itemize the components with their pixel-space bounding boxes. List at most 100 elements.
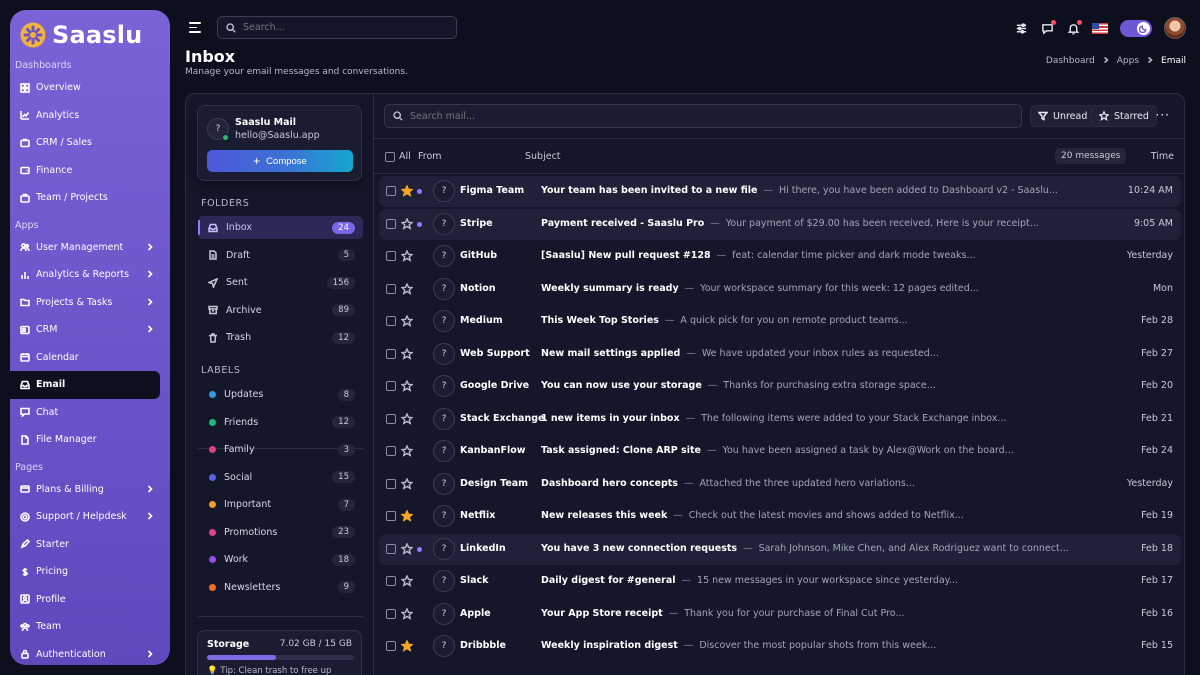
star-icon[interactable] (400, 476, 414, 490)
sidebar-item-calendar[interactable]: Calendar (10, 344, 170, 372)
sidebar-item-overview[interactable]: Overview (10, 74, 170, 102)
unread-filter-button[interactable]: Unread (1030, 105, 1096, 127)
sidebar-item-email[interactable]: Email (10, 371, 160, 399)
star-icon[interactable] (400, 574, 414, 587)
row-checkbox[interactable] (386, 511, 396, 521)
select-all-checkbox[interactable] (385, 152, 395, 162)
starred-filter-button[interactable]: Starred (1091, 105, 1157, 127)
sidebar-item-profile[interactable]: Profile (10, 586, 170, 614)
mail-row[interactable]: ? Netflix New releases this week — Check out… (379, 501, 1181, 532)
folder-draft[interactable]: Draft 5 (198, 244, 363, 267)
global-search-input[interactable] (243, 22, 443, 33)
mail-row[interactable]: ? Figma Team Your team has been invited to… (379, 176, 1181, 207)
row-checkbox[interactable] (386, 218, 396, 229)
mail-row[interactable]: ? Slack Daily digest for #general — 15 new m… (379, 566, 1181, 597)
mail-row[interactable]: ? GitHub [Saaslu] New pull request #128 — fe… (379, 241, 1181, 272)
star-icon[interactable] (400, 216, 414, 230)
settings-sliders-icon[interactable] (1014, 21, 1028, 35)
theme-toggle[interactable] (1120, 19, 1152, 37)
star-icon[interactable] (400, 379, 414, 392)
folder-inbox[interactable]: Inbox 24 (198, 216, 363, 239)
bell-icon[interactable] (1066, 20, 1082, 35)
label-work[interactable]: Work 18 (198, 548, 363, 571)
label-updates[interactable]: Updates 8 (198, 383, 363, 406)
star-icon[interactable] (400, 444, 414, 457)
mail-search-input[interactable] (410, 110, 990, 122)
folder-archive[interactable]: Archive 89 (198, 299, 363, 322)
label-important[interactable]: Important 7 (198, 493, 363, 516)
breadcrumb-apps[interactable]: Apps (1117, 56, 1139, 66)
more-options-icon[interactable]: ··· (1156, 108, 1170, 122)
us-flag-icon[interactable] (1092, 22, 1108, 34)
breadcrumb-dashboard[interactable]: Dashboard (1046, 56, 1095, 66)
messages-icon[interactable] (1040, 20, 1056, 35)
sidebar-item-team-projects[interactable]: Team / Projects (10, 184, 170, 212)
sidebar-item-pricing[interactable]: Pricing (10, 558, 170, 586)
sidebar-item-plans-billing[interactable]: Plans & Billing (10, 476, 170, 504)
star-icon[interactable] (400, 606, 414, 620)
row-checkbox[interactable] (386, 413, 396, 424)
label-friends[interactable]: Friends 12 (198, 411, 363, 434)
mail-row[interactable]: ? Medium This Week Top Stories — A quick pic… (379, 306, 1181, 337)
star-icon[interactable] (400, 314, 414, 327)
star-icon[interactable] (400, 281, 414, 295)
label-promotions[interactable]: Promotions 23 (198, 521, 363, 544)
sidebar-item-analytics[interactable]: Analytics (10, 102, 170, 130)
row-checkbox[interactable] (386, 186, 396, 196)
sidebar-item-support-helpdesk[interactable]: Support / Helpdesk (10, 503, 170, 531)
star-icon[interactable] (400, 346, 414, 360)
row-checkbox[interactable] (386, 283, 396, 294)
row-checkbox[interactable] (386, 251, 396, 261)
menu-toggle-icon[interactable] (189, 22, 201, 33)
mail-row[interactable]: ? LinkedIn You have 3 new connection reque… (379, 533, 1181, 565)
label-family[interactable]: Family 3 (198, 438, 363, 461)
star-icon[interactable] (400, 541, 414, 555)
row-checkbox[interactable] (386, 478, 396, 489)
label-social[interactable]: Social 15 (198, 466, 363, 489)
mail-row[interactable]: ? Dribbble Weekly inspiration digest — Disco… (379, 631, 1181, 662)
user-avatar[interactable] (1164, 17, 1186, 39)
sidebar-item-user-management[interactable]: User Management (10, 234, 170, 262)
star-icon[interactable] (400, 249, 414, 262)
mail-row[interactable]: ? KanbanFlow Task assigned: Clone ARP site… (379, 436, 1181, 467)
row-checkbox[interactable] (386, 316, 396, 326)
row-checkbox[interactable] (386, 641, 396, 651)
sidebar-item-analytics-reports[interactable]: Analytics & Reports (10, 261, 170, 289)
row-checkbox[interactable] (386, 381, 396, 391)
sidebar-item-projects-tasks[interactable]: Projects & Tasks (10, 289, 170, 317)
star-icon[interactable] (400, 411, 414, 425)
mail-subject: Weekly summary is ready (541, 282, 679, 294)
sidebar-item-starter[interactable]: Starter (10, 531, 170, 559)
row-checkbox[interactable] (386, 446, 396, 456)
sidebar-item-authentication[interactable]: Authentication (10, 641, 170, 666)
folder-trash[interactable]: Trash 12 (198, 326, 363, 349)
sidebar-item-team[interactable]: Team (10, 613, 170, 641)
row-checkbox[interactable] (386, 543, 396, 554)
folder-sent[interactable]: Sent 156 (198, 271, 363, 294)
mail-search[interactable] (384, 104, 1022, 128)
sidebar-item-crm-sales[interactable]: CRM / Sales (10, 129, 170, 157)
sidebar-item-chat[interactable]: Chat (10, 399, 170, 427)
sidebar-item-finance[interactable]: Finance (10, 157, 170, 185)
global-search[interactable] (217, 16, 457, 39)
brand[interactable]: Saaslu (10, 18, 170, 52)
mail-row[interactable]: ? Google Drive You can now use your storag… (379, 371, 1181, 402)
mail-row[interactable]: ? Stripe Payment received - Saaslu Pro — You… (379, 208, 1181, 240)
star-icon[interactable] (400, 509, 414, 522)
star-icon[interactable] (400, 184, 414, 197)
mail-row[interactable]: ? Stack Exchange 1 new items in your inbox… (379, 404, 1181, 435)
label-newsletters[interactable]: Newsletters 9 (198, 576, 363, 599)
account-card: ? Saaslu Mail hello@Saaslu.app + Compose (197, 105, 362, 181)
dollar-icon (20, 567, 30, 577)
row-checkbox[interactable] (386, 576, 396, 586)
mail-row[interactable]: ? Notion Weekly summary is ready — Your work… (379, 274, 1181, 305)
sidebar-item-file-manager[interactable]: File Manager (10, 426, 170, 454)
row-checkbox[interactable] (386, 608, 396, 619)
row-checkbox[interactable] (386, 348, 396, 359)
compose-button[interactable]: + Compose (207, 150, 353, 172)
star-icon[interactable] (400, 639, 414, 652)
mail-row[interactable]: ? Design Team Dashboard hero concepts — Atta… (379, 469, 1181, 500)
mail-row[interactable]: ? Apple Your App Store receipt — Thank you f… (379, 599, 1181, 630)
sidebar-item-crm[interactable]: CRM (10, 316, 170, 344)
mail-row[interactable]: ? Web Support New mail settings applied — We… (379, 339, 1181, 370)
